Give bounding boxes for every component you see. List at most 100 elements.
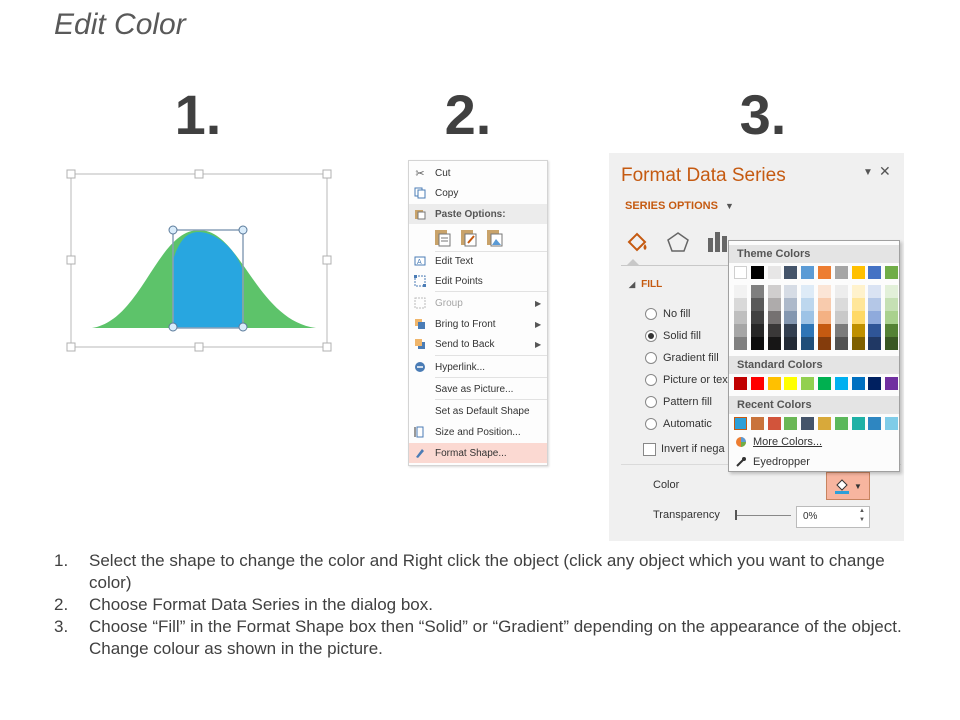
series-options-dropdown[interactable]: SERIES OPTIONS ▼	[625, 200, 734, 212]
menu-item-send-to-back[interactable]: Send to Back ▶	[409, 334, 547, 354]
close-icon[interactable]: ✕	[879, 163, 891, 180]
menu-item-edit-text[interactable]: A Edit Text	[409, 251, 547, 271]
standard-color-swatch[interactable]	[767, 377, 781, 390]
paste-keep-source-icon[interactable]	[433, 227, 453, 247]
theme-color-swatch[interactable]	[784, 266, 798, 279]
theme-shade-swatch[interactable]	[801, 311, 815, 324]
theme-shade-swatch[interactable]	[784, 324, 798, 337]
theme-shade-swatch[interactable]	[767, 337, 781, 350]
menu-item-cut[interactable]: ✂ Cut	[409, 163, 547, 183]
theme-color-swatch[interactable]	[868, 266, 882, 279]
effects-tab[interactable]	[663, 228, 693, 256]
theme-shade-swatch[interactable]	[767, 324, 781, 337]
theme-shade-swatch[interactable]	[784, 285, 798, 298]
recent-color-swatch[interactable]	[750, 417, 764, 430]
theme-shade-swatch[interactable]	[784, 311, 798, 324]
theme-shade-swatch[interactable]	[851, 324, 865, 337]
menu-item-bring-to-front[interactable]: Bring to Front ▶	[409, 314, 547, 334]
menu-item-copy[interactable]: Copy	[409, 183, 547, 203]
theme-shade-swatch[interactable]	[750, 324, 764, 337]
standard-color-swatch[interactable]	[818, 377, 831, 390]
theme-shade-swatch[interactable]	[868, 311, 882, 324]
transparency-slider[interactable]	[735, 515, 791, 516]
standard-color-swatch[interactable]	[868, 377, 882, 390]
theme-shade-swatch[interactable]	[885, 285, 899, 298]
standard-color-swatch[interactable]	[885, 377, 899, 390]
theme-shade-swatch[interactable]	[818, 298, 831, 311]
radio-pattern-fill[interactable]: Pattern fill	[645, 393, 712, 411]
theme-shade-swatch[interactable]	[868, 298, 882, 311]
theme-color-swatch[interactable]	[734, 266, 747, 279]
standard-color-swatch[interactable]	[750, 377, 764, 390]
theme-shade-swatch[interactable]	[868, 337, 882, 350]
fill-line-tab[interactable]	[623, 228, 653, 256]
theme-shade-swatch[interactable]	[885, 298, 899, 311]
recent-color-swatch[interactable]	[734, 417, 747, 430]
radio-no-fill[interactable]: No fill	[645, 305, 691, 323]
menu-item-format-shape[interactable]: Format Shape...	[409, 443, 547, 463]
theme-shade-swatch[interactable]	[767, 298, 781, 311]
theme-shade-swatch[interactable]	[801, 285, 815, 298]
theme-color-swatch[interactable]	[750, 266, 764, 279]
theme-shade-swatch[interactable]	[834, 298, 848, 311]
slider-thumb[interactable]	[735, 510, 737, 520]
theme-shade-swatch[interactable]	[868, 285, 882, 298]
theme-shade-swatch[interactable]	[851, 285, 865, 298]
theme-shade-swatch[interactable]	[734, 311, 747, 324]
theme-shade-swatch[interactable]	[834, 337, 848, 350]
theme-shade-swatch[interactable]	[834, 311, 848, 324]
theme-shade-swatch[interactable]	[885, 311, 899, 324]
menu-item-size-position[interactable]: Size and Position...	[409, 422, 547, 442]
theme-shade-swatch[interactable]	[834, 285, 848, 298]
theme-shade-swatch[interactable]	[818, 337, 831, 350]
radio-gradient-fill[interactable]: Gradient fill	[645, 349, 719, 367]
recent-color-swatch[interactable]	[818, 417, 831, 430]
recent-color-swatch[interactable]	[801, 417, 815, 430]
theme-shade-swatch[interactable]	[818, 285, 831, 298]
recent-color-swatch[interactable]	[851, 417, 865, 430]
theme-color-swatch[interactable]	[801, 266, 815, 279]
invert-if-negative-checkbox[interactable]: Invert if nega	[643, 440, 725, 458]
theme-shade-swatch[interactable]	[818, 324, 831, 337]
theme-shade-swatch[interactable]	[734, 337, 747, 350]
theme-shade-swatch[interactable]	[801, 298, 815, 311]
theme-shade-swatch[interactable]	[834, 324, 848, 337]
color-picker-button[interactable]: ▼	[826, 472, 870, 500]
theme-shade-swatch[interactable]	[750, 298, 764, 311]
theme-shade-swatch[interactable]	[851, 298, 865, 311]
standard-color-swatch[interactable]	[851, 377, 865, 390]
recent-color-swatch[interactable]	[767, 417, 781, 430]
standard-color-swatch[interactable]	[801, 377, 815, 390]
theme-shade-swatch[interactable]	[750, 337, 764, 350]
more-colors-item[interactable]: More Colors...	[729, 433, 899, 451]
paste-picture-icon[interactable]	[485, 227, 505, 247]
theme-shade-swatch[interactable]	[784, 298, 798, 311]
theme-shade-swatch[interactable]	[851, 337, 865, 350]
radio-solid-fill[interactable]: Solid fill	[645, 327, 701, 345]
menu-item-set-default-shape[interactable]: Set as Default Shape	[409, 401, 547, 421]
theme-color-swatch[interactable]	[818, 266, 831, 279]
menu-item-group[interactable]: Group ▶	[409, 293, 547, 313]
theme-shade-swatch[interactable]	[885, 337, 899, 350]
theme-shade-swatch[interactable]	[818, 311, 831, 324]
radio-picture-fill[interactable]: Picture or tex	[645, 371, 728, 389]
standard-color-swatch[interactable]	[834, 377, 848, 390]
recent-color-swatch[interactable]	[868, 417, 882, 430]
theme-color-swatch[interactable]	[885, 266, 899, 279]
theme-shade-swatch[interactable]	[767, 285, 781, 298]
pane-options-dropdown-icon[interactable]: ▼	[863, 167, 873, 178]
theme-shade-swatch[interactable]	[734, 324, 747, 337]
menu-item-hyperlink[interactable]: Hyperlink...	[409, 357, 547, 377]
theme-shade-swatch[interactable]	[885, 324, 899, 337]
fill-section-header[interactable]: ◢ FILL	[629, 279, 662, 290]
recent-color-swatch[interactable]	[885, 417, 899, 430]
theme-shade-swatch[interactable]	[750, 285, 764, 298]
theme-shade-swatch[interactable]	[801, 337, 815, 350]
theme-color-swatch[interactable]	[767, 266, 781, 279]
theme-shade-swatch[interactable]	[851, 311, 865, 324]
theme-color-swatch[interactable]	[851, 266, 865, 279]
paste-destination-icon[interactable]	[459, 227, 479, 247]
theme-color-swatch[interactable]	[834, 266, 848, 279]
eyedropper-item[interactable]: Eyedropper	[729, 453, 899, 471]
theme-shade-swatch[interactable]	[784, 337, 798, 350]
